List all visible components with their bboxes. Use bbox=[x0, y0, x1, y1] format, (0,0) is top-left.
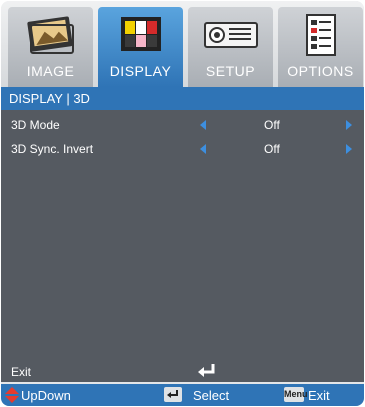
footer-select-label: Select bbox=[193, 388, 230, 403]
left-arrow-icon[interactable] bbox=[200, 144, 206, 154]
menu-row-3d-sync-invert[interactable]: 3D Sync. Invert Off bbox=[1, 137, 364, 161]
footer-updown-label: UpDown bbox=[21, 388, 71, 403]
menu-row-3d-mode[interactable]: 3D Mode Off bbox=[1, 113, 364, 137]
menu-key-icon: Menu bbox=[284, 387, 308, 402]
tab-options-label: OPTIONS bbox=[287, 63, 354, 79]
tab-image[interactable]: IMAGE bbox=[8, 7, 93, 87]
image-icon bbox=[26, 16, 74, 54]
menu-panel: 3D Mode Off 3D Sync. Invert Off bbox=[1, 110, 364, 382]
tab-options[interactable]: OPTIONS bbox=[278, 7, 363, 87]
menu-row-value: Off bbox=[264, 142, 280, 156]
exit-label: Exit bbox=[11, 365, 32, 379]
projector-icon bbox=[203, 22, 258, 48]
enter-icon bbox=[198, 364, 215, 377]
menu-row-label: 3D Mode bbox=[11, 118, 60, 132]
right-arrow-icon[interactable] bbox=[346, 120, 352, 130]
breadcrumb-header: DISPLAY | 3D bbox=[1, 87, 364, 110]
tab-bar: IMAGE DISPLAY SETUP OPTIONS bbox=[1, 1, 364, 87]
tab-display-label: DISPLAY bbox=[109, 63, 172, 79]
display-icon bbox=[120, 17, 161, 51]
enter-key-icon bbox=[164, 387, 182, 402]
right-arrow-icon[interactable] bbox=[346, 144, 352, 154]
updown-icon bbox=[5, 387, 19, 403]
tab-image-label: IMAGE bbox=[26, 63, 75, 79]
menu-row-value: Off bbox=[264, 118, 280, 132]
left-arrow-icon[interactable] bbox=[200, 120, 206, 130]
osd-menu: IMAGE DISPLAY SETUP OPTIONS DISPLAY | 3D… bbox=[1, 1, 364, 406]
tab-display[interactable]: DISPLAY bbox=[98, 7, 183, 87]
tab-setup[interactable]: SETUP bbox=[188, 7, 273, 87]
footer-exit-label: Exit bbox=[308, 388, 330, 403]
options-icon bbox=[305, 14, 336, 56]
tab-setup-label: SETUP bbox=[205, 63, 256, 79]
menu-row-exit[interactable]: Exit bbox=[1, 359, 364, 382]
menu-row-label: 3D Sync. Invert bbox=[11, 142, 94, 156]
footer-bar: UpDown Select Menu Exit bbox=[1, 384, 364, 406]
page-title: DISPLAY | 3D bbox=[9, 91, 90, 106]
